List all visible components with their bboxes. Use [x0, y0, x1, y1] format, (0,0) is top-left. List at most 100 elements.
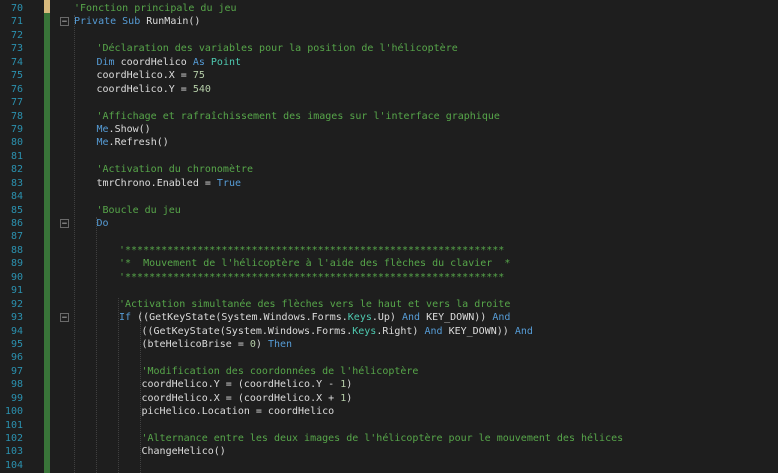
- code-text[interactable]: 'Affichage et rafraîchissement des image…: [97, 110, 500, 123]
- line-number: 84: [10, 191, 23, 203]
- line-number: 75: [10, 70, 23, 82]
- line-number: 97: [10, 365, 23, 377]
- line-number: 79: [10, 123, 23, 135]
- code-text[interactable]: 'Activation du chronomètre: [97, 163, 254, 176]
- line-number: 72: [10, 29, 23, 41]
- code-text[interactable]: ChangeHelico(): [142, 445, 226, 458]
- code-line[interactable]: 78 'Affichage et rafraîchissement des ima…: [0, 110, 778, 123]
- code-text[interactable]: 'Fonction principale du jeu: [74, 2, 237, 15]
- code-lines[interactable]: 70 'Fonction principale du jeu 71 Private S…: [0, 2, 778, 472]
- code-token: picHelico.Location = coordHelico: [141, 406, 335, 418]
- code-text[interactable]: '* Mouvement de l'hélicoptère à l'aide d…: [119, 257, 510, 270]
- code-token: True: [216, 177, 242, 189]
- code-token: coordHelico.Y =: [96, 83, 193, 95]
- line-number: 83: [10, 177, 23, 189]
- code-line[interactable]: 71 Private Sub RunMain(): [0, 15, 778, 28]
- code-line[interactable]: 98 coordHelico.Y = (coordHelico.Y - 1): [0, 378, 778, 391]
- code-line[interactable]: 92 'Activation simultanée des flèches ver…: [0, 298, 778, 311]
- code-line[interactable]: 89 '* Mouvement de l'hélicoptère à l'aide…: [0, 257, 778, 270]
- code-text[interactable]: 'Alternance entre les deux images de l'h…: [142, 432, 624, 445]
- code-line[interactable]: 80 Me.Refresh(): [0, 136, 778, 149]
- code-line[interactable]: 75 coordHelico.X = 75: [0, 69, 778, 82]
- code-line[interactable]: 104: [0, 459, 778, 472]
- line-number: 76: [10, 83, 23, 95]
- code-line[interactable]: 79 Me.Show(): [0, 123, 778, 136]
- code-token: '* Mouvement de l'hélicoptère à l'aide d…: [119, 258, 511, 270]
- line-number: 74: [10, 56, 23, 68]
- code-line[interactable]: 74 Dim coordHelico As Point: [0, 56, 778, 69]
- code-line[interactable]: 97 'Modification des coordonnées de l'hél…: [0, 365, 778, 378]
- code-token: ): [346, 392, 353, 404]
- code-line[interactable]: 70 'Fonction principale du jeu: [0, 2, 778, 15]
- code-token: ): [346, 379, 353, 391]
- code-token: Point: [210, 56, 242, 68]
- code-line[interactable]: 87: [0, 230, 778, 243]
- code-token: 'Alternance entre les deux images de l'h…: [141, 433, 624, 444]
- code-text[interactable]: tmrChrono.Enabled = True: [97, 177, 242, 190]
- code-line[interactable]: 81: [0, 150, 778, 163]
- code-token: Do: [96, 218, 109, 229]
- code-text[interactable]: 'Déclaration des variables pour la posit…: [97, 42, 458, 55]
- code-text[interactable]: (bteHelicoBrise = 0) Then: [142, 338, 293, 351]
- code-text[interactable]: Me.Show(): [97, 123, 151, 136]
- code-line[interactable]: 95 (bteHelicoBrise = 0) Then: [0, 338, 778, 351]
- line-number: 81: [10, 150, 23, 162]
- code-line[interactable]: 83 tmrChrono.Enabled = True: [0, 177, 778, 190]
- code-text[interactable]: Me.Refresh(): [97, 136, 169, 149]
- code-line[interactable]: 84: [0, 190, 778, 203]
- code-text[interactable]: Private Sub RunMain(): [74, 15, 200, 28]
- code-token: Keys: [347, 312, 372, 324]
- code-text[interactable]: coordHelico.Y = (coordHelico.Y - 1): [142, 378, 353, 391]
- code-text[interactable]: 'Boucle du jeu: [97, 204, 181, 217]
- code-line[interactable]: 88 '*************************************…: [0, 244, 778, 257]
- line-number: 71: [10, 16, 23, 28]
- code-line[interactable]: 94 ((GetKeyState(System.Windows.Forms.Key…: [0, 325, 778, 338]
- code-editor[interactable]: − − − 70 'Fonction principale du jeu 71 Priva…: [0, 0, 778, 473]
- line-number: 87: [10, 231, 23, 243]
- code-line[interactable]: 90 '*************************************…: [0, 271, 778, 284]
- code-line[interactable]: 93 If ((GetKeyState(System.Windows.Forms.…: [0, 311, 778, 324]
- code-line[interactable]: 76 coordHelico.Y = 540: [0, 83, 778, 96]
- line-number: 80: [10, 137, 23, 149]
- code-text[interactable]: coordHelico.X = 75: [97, 69, 205, 82]
- code-line[interactable]: 73 'Déclaration des variables pour la pos…: [0, 42, 778, 55]
- code-token: Keys: [352, 325, 377, 337]
- line-number: 89: [10, 258, 23, 270]
- code-line[interactable]: 77: [0, 96, 778, 109]
- code-token: ((GetKeyState(System.Windows.Forms.: [137, 312, 348, 324]
- line-number: 93: [10, 312, 23, 324]
- line-number: 104: [4, 459, 23, 471]
- code-line[interactable]: 96: [0, 351, 778, 364]
- code-text[interactable]: 'Modification des coordonnées de l'hélic…: [142, 365, 419, 378]
- line-number: 92: [10, 298, 23, 310]
- code-token: 75: [192, 70, 205, 82]
- code-text[interactable]: picHelico.Location = coordHelico: [142, 405, 335, 418]
- code-text[interactable]: '***************************************…: [119, 244, 504, 257]
- code-text[interactable]: coordHelico.Y = 540: [97, 83, 211, 96]
- code-text[interactable]: '***************************************…: [119, 271, 504, 284]
- line-number: 99: [10, 392, 23, 404]
- code-text[interactable]: Dim coordHelico As Point: [97, 56, 242, 69]
- code-line[interactable]: 102 'Alternance entre les deux images de …: [0, 432, 778, 445]
- code-line[interactable]: 99 coordHelico.X = (coordHelico.X + 1): [0, 392, 778, 405]
- code-line[interactable]: 91: [0, 284, 778, 297]
- code-line[interactable]: 103 ChangeHelico(): [0, 445, 778, 458]
- code-text[interactable]: 'Activation simultanée des flèches vers …: [119, 298, 510, 311]
- code-line[interactable]: 101: [0, 419, 778, 432]
- code-line[interactable]: 72: [0, 29, 778, 42]
- code-token: RunMain(): [146, 16, 201, 28]
- code-line[interactable]: 86 Do: [0, 217, 778, 230]
- line-number: 91: [10, 285, 23, 297]
- code-line[interactable]: 100 picHelico.Location = coordHelico: [0, 405, 778, 418]
- code-token: (bteHelicoBrise =: [141, 338, 250, 350]
- code-token: .Refresh(): [108, 137, 169, 149]
- code-text[interactable]: If ((GetKeyState(System.Windows.Forms.Ke…: [119, 311, 510, 324]
- code-text[interactable]: Do: [97, 217, 109, 230]
- code-line[interactable]: 82 'Activation du chronomètre: [0, 163, 778, 176]
- code-line[interactable]: 85 'Boucle du jeu: [0, 204, 778, 217]
- line-number: 96: [10, 352, 23, 364]
- code-token: KEY_DOWN)): [426, 312, 493, 324]
- line-number: 94: [10, 325, 23, 337]
- code-text[interactable]: ((GetKeyState(System.Windows.Forms.Keys.…: [142, 325, 533, 338]
- code-text[interactable]: coordHelico.X = (coordHelico.X + 1): [142, 392, 353, 405]
